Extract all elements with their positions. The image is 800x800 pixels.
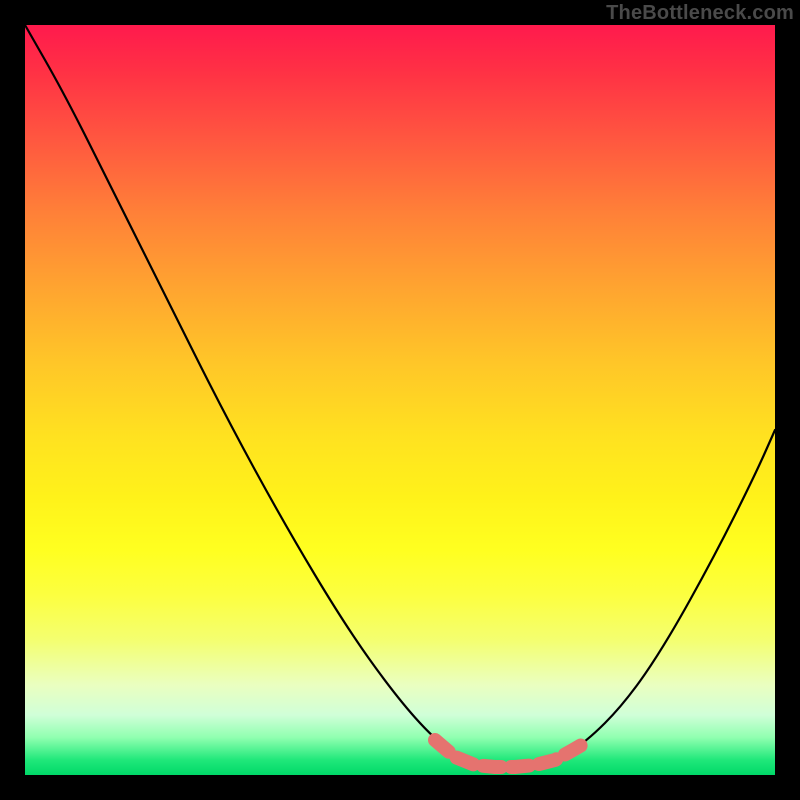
- bottleneck-curve: [25, 25, 775, 767]
- chart-svg: [25, 25, 775, 775]
- watermark-text: TheBottleneck.com: [606, 2, 794, 25]
- chart-frame: [25, 25, 775, 775]
- optimal-range-highlight: [435, 740, 585, 767]
